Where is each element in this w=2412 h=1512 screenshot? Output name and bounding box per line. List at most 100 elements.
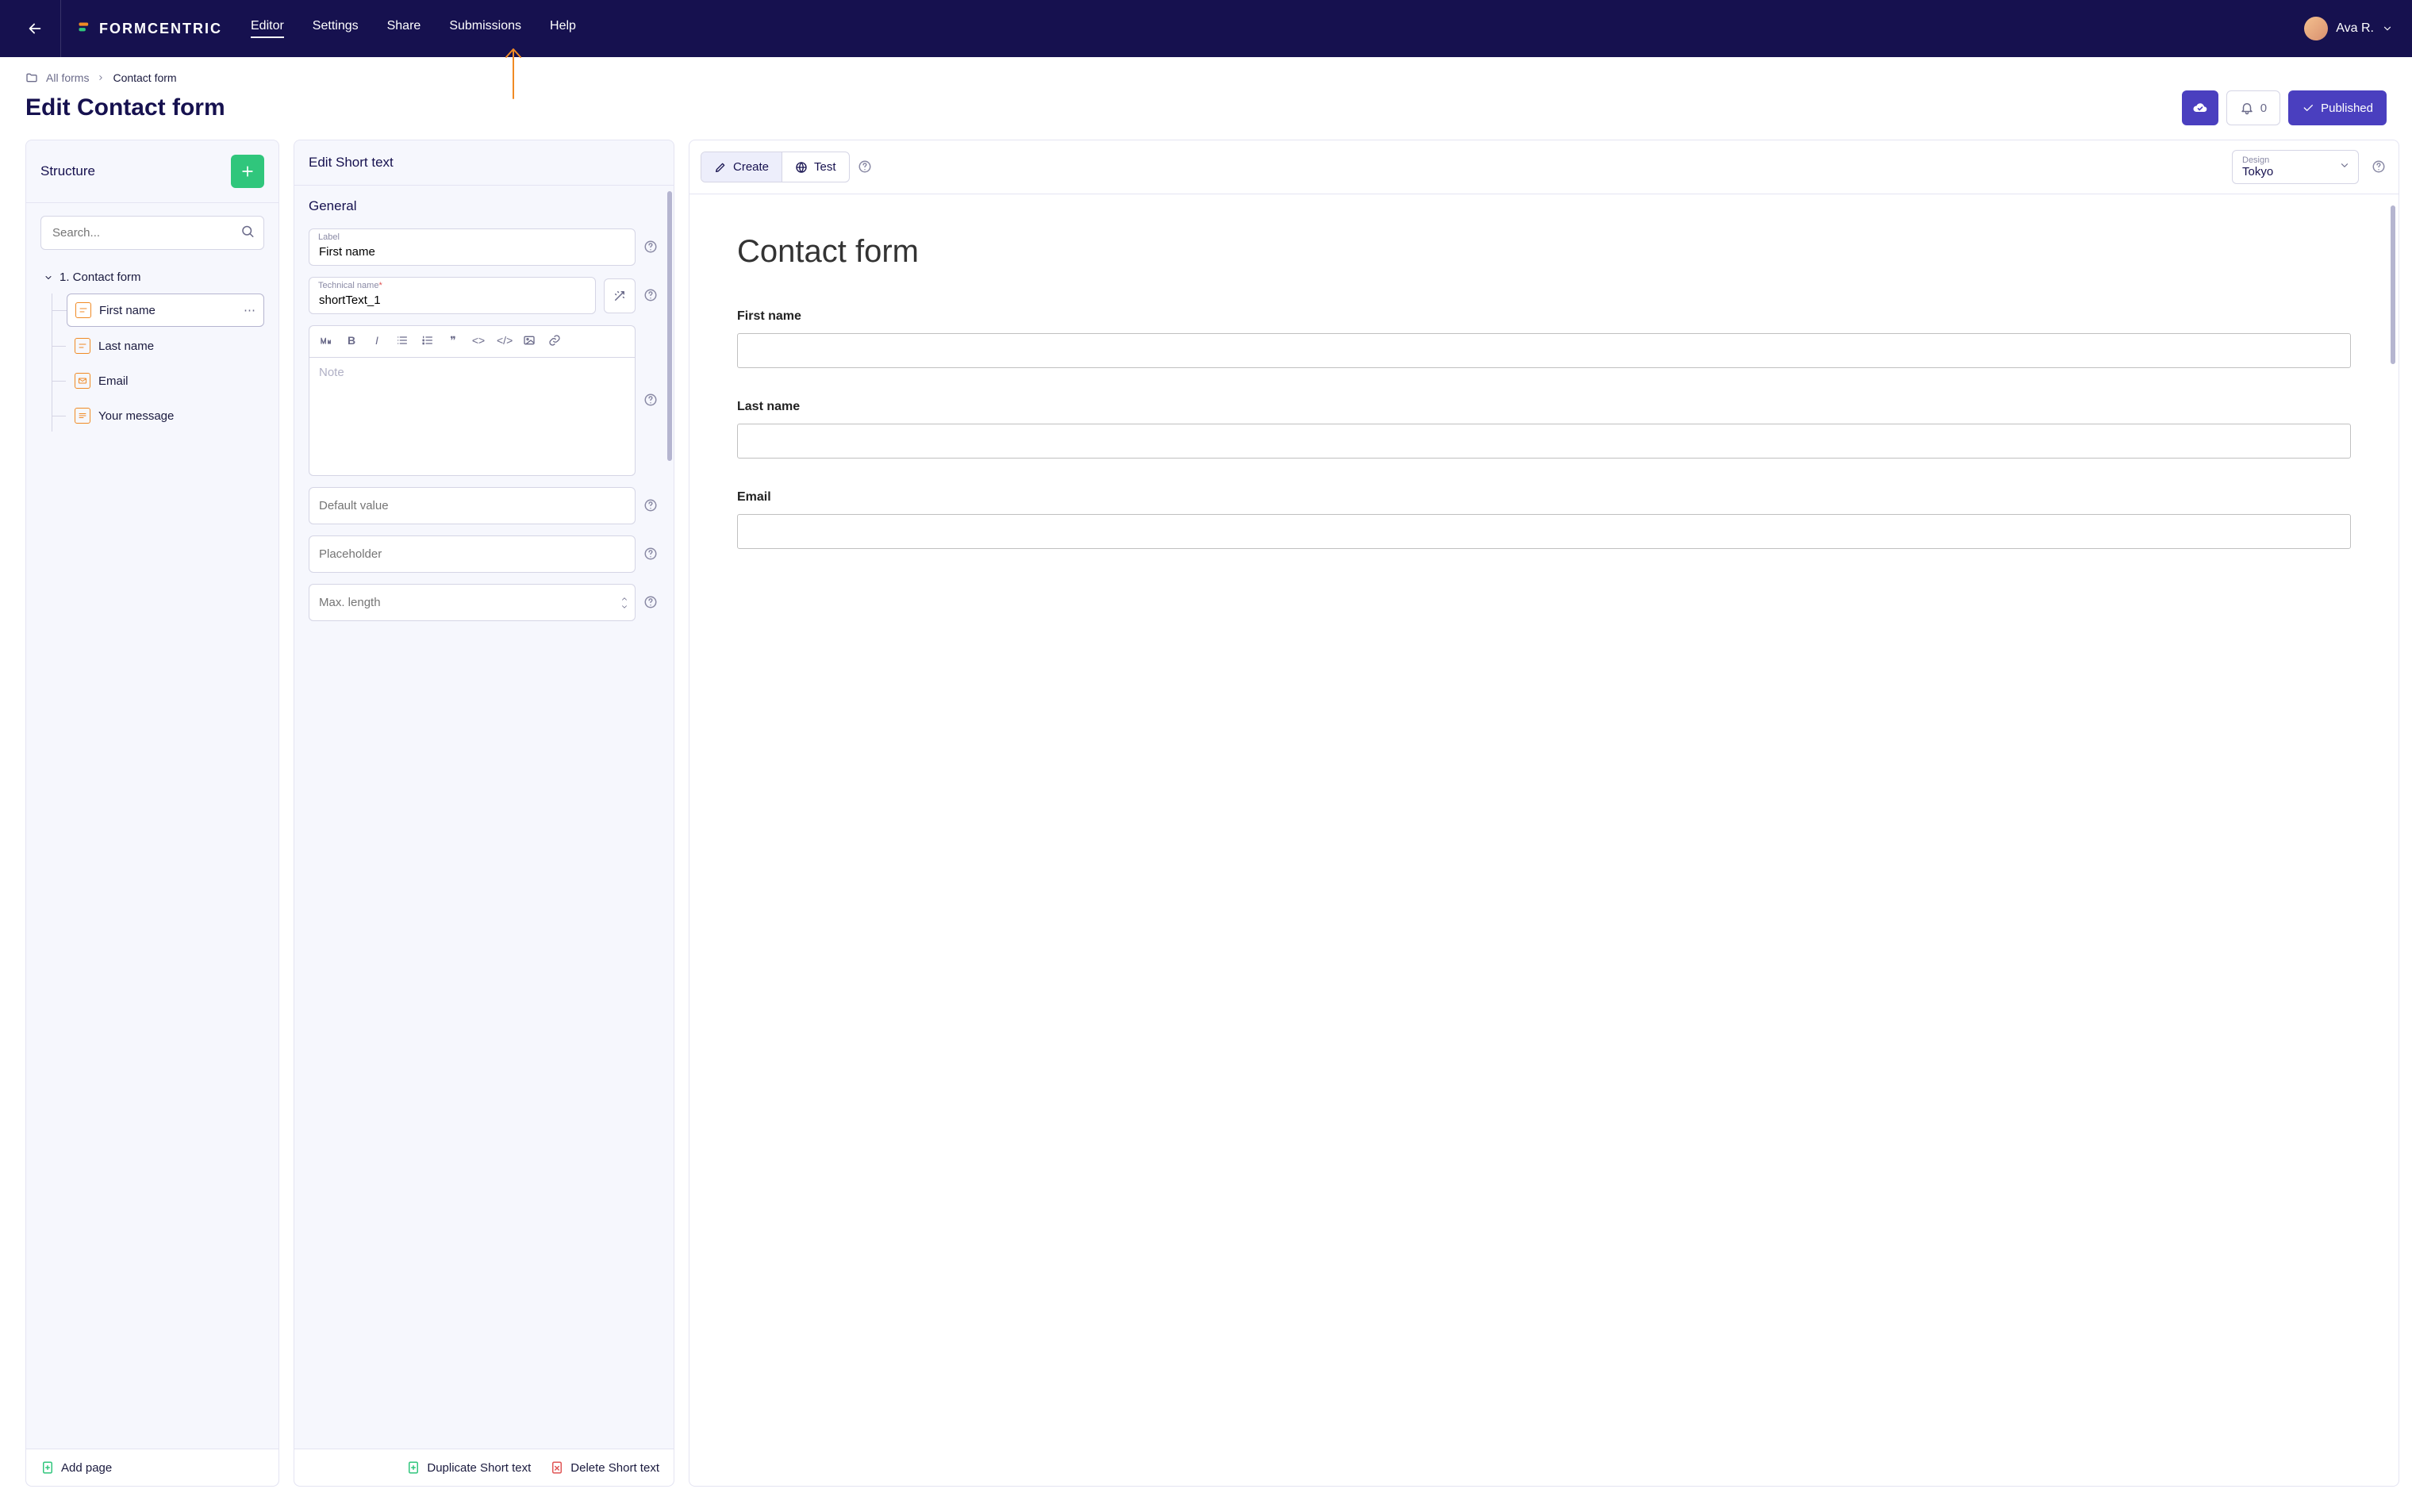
- publish-button[interactable]: Published: [2288, 90, 2387, 125]
- techname-label: Technical name*: [318, 281, 382, 290]
- search-input[interactable]: [40, 216, 264, 250]
- rte-ol[interactable]: [421, 334, 435, 349]
- help-icon[interactable]: [2372, 159, 2387, 175]
- maxlength-input[interactable]: [309, 584, 636, 621]
- duplicate-icon: [406, 1460, 421, 1475]
- email-icon: [75, 373, 90, 389]
- preview-form-title: Contact form: [737, 234, 2351, 270]
- search-icon: [240, 224, 255, 242]
- nav-items: Editor Settings Share Submissions Help: [251, 19, 576, 38]
- help-icon[interactable]: [643, 595, 659, 611]
- logo-icon: [77, 21, 93, 36]
- structure-search: [40, 216, 264, 250]
- add-page-label: Add page: [61, 1461, 112, 1475]
- stepper-down[interactable]: [620, 603, 629, 611]
- help-icon[interactable]: [643, 547, 659, 562]
- note-textarea[interactable]: Note: [309, 357, 636, 476]
- crumb-current: Contact form: [113, 71, 176, 84]
- tree: 1. Contact form First name ⋯ Last name E: [40, 264, 264, 432]
- tree-root-node[interactable]: 1. Contact form: [40, 264, 264, 290]
- duplicate-button[interactable]: Duplicate Short text: [406, 1460, 531, 1475]
- leaf-label: Email: [98, 374, 129, 388]
- preview-field: Last name: [737, 400, 2351, 459]
- page-title: Edit Contact form: [25, 94, 225, 121]
- preview-field: Email: [737, 490, 2351, 549]
- nav-help[interactable]: Help: [550, 19, 576, 38]
- structure-title: Structure: [40, 163, 95, 179]
- mode-toggle: Create Test: [701, 152, 850, 182]
- mode-create[interactable]: Create: [701, 152, 782, 182]
- nav-settings[interactable]: Settings: [313, 19, 359, 38]
- help-icon[interactable]: [643, 288, 659, 304]
- design-label: Design: [2242, 155, 2329, 165]
- delete-button[interactable]: Delete Short text: [550, 1460, 659, 1475]
- rte-toolbar: B I ❞ <> </>: [309, 325, 636, 357]
- pv-input-lastname[interactable]: [737, 424, 2351, 459]
- rte-link[interactable]: [547, 334, 562, 349]
- tree-item-lastname[interactable]: Last name: [67, 330, 264, 362]
- chevron-down-icon: [2339, 159, 2350, 175]
- rte-code[interactable]: <>: [471, 334, 486, 349]
- workspace: Structure 1. Contact form First name: [0, 140, 2412, 1499]
- placeholder-input[interactable]: [309, 535, 636, 573]
- pv-input-email[interactable]: [737, 514, 2351, 549]
- breadcrumb: All forms Contact form: [25, 71, 2387, 84]
- structure-panel: Structure 1. Contact form First name: [25, 140, 279, 1487]
- preview-panel: Create Test Design Tokyo Contact form Fi…: [689, 140, 2399, 1487]
- rte-image[interactable]: [522, 334, 536, 349]
- user-menu[interactable]: Ava R.: [2304, 17, 2393, 40]
- default-value-input[interactable]: [309, 487, 636, 524]
- save-cloud-button[interactable]: [2182, 90, 2218, 125]
- cloud-check-icon: [2192, 99, 2208, 117]
- pv-input-firstname[interactable]: [737, 333, 2351, 368]
- rte-bold[interactable]: B: [344, 334, 359, 349]
- rte-textsize[interactable]: [319, 334, 333, 349]
- back-button[interactable]: [19, 13, 51, 44]
- add-page-button[interactable]: Add page: [40, 1460, 112, 1475]
- label-field-label: Label: [318, 232, 340, 242]
- tree-item-message[interactable]: Your message: [67, 400, 264, 432]
- help-icon[interactable]: [858, 159, 874, 175]
- nav-share[interactable]: Share: [387, 19, 421, 38]
- stepper-up[interactable]: [620, 595, 629, 603]
- nav-editor[interactable]: Editor: [251, 19, 284, 38]
- scrollbar[interactable]: [2391, 205, 2395, 364]
- preview-canvas: Contact form First name Last name Email: [689, 194, 2399, 1486]
- pv-label: Last name: [737, 400, 2351, 414]
- mode-test[interactable]: Test: [782, 152, 849, 182]
- add-element-button[interactable]: [231, 155, 264, 188]
- item-more-button[interactable]: ⋯: [244, 303, 255, 317]
- crumb-root[interactable]: All forms: [46, 71, 89, 84]
- rte-quote[interactable]: ❞: [446, 334, 460, 349]
- brand-logo[interactable]: FORMCENTRIC: [77, 21, 222, 37]
- rte-codeblock[interactable]: </>: [497, 334, 511, 349]
- edit-title: Edit Short text: [309, 155, 394, 171]
- scrollbar[interactable]: [667, 191, 672, 1448]
- tree-item-firstname[interactable]: First name ⋯: [67, 294, 264, 327]
- nav-submissions[interactable]: Submissions: [449, 19, 521, 38]
- text-field-icon: [75, 302, 91, 318]
- edit-panel: Edit Short text General Label Technical …: [294, 140, 674, 1487]
- label-input[interactable]: [309, 228, 636, 266]
- tree-item-email[interactable]: Email: [67, 365, 264, 397]
- notif-count: 0: [2260, 102, 2267, 115]
- notifications-button[interactable]: 0: [2226, 90, 2280, 125]
- chevron-down-icon: [44, 273, 53, 282]
- folder-icon: [25, 71, 38, 84]
- help-icon[interactable]: [643, 393, 659, 409]
- pencil-icon: [714, 161, 727, 174]
- divider: [60, 0, 61, 57]
- tutorial-arrow-icon: [501, 44, 525, 104]
- design-select[interactable]: Design Tokyo: [2232, 150, 2359, 184]
- tree-root-label: 1. Contact form: [60, 271, 141, 284]
- generate-name-button[interactable]: [604, 278, 636, 313]
- help-icon[interactable]: [643, 498, 659, 514]
- help-icon[interactable]: [643, 240, 659, 255]
- rte-italic[interactable]: I: [370, 334, 384, 349]
- rte-ul[interactable]: [395, 334, 409, 349]
- magic-wand-icon: [613, 289, 627, 303]
- delete-icon: [550, 1460, 564, 1475]
- delete-label: Delete Short text: [570, 1461, 659, 1475]
- globe-icon: [795, 161, 808, 174]
- pv-label: First name: [737, 309, 2351, 324]
